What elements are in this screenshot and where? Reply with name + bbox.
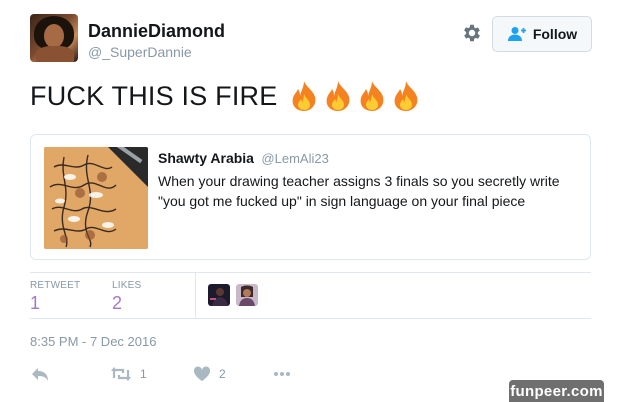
fire-emoji bbox=[395, 81, 418, 111]
likes-stat-label: LIKES bbox=[112, 280, 142, 291]
author-handle[interactable]: @_SuperDannie bbox=[88, 44, 192, 60]
gear-icon[interactable] bbox=[461, 22, 483, 44]
tweet-text: FUCK THIS IS FIRE bbox=[30, 80, 421, 112]
quoted-tweet-image[interactable] bbox=[44, 147, 148, 249]
quoted-tweet-text: When your drawing teacher assigns 3 fina… bbox=[158, 173, 560, 209]
reply-icon bbox=[32, 368, 48, 381]
quoted-author-name: Shawty Arabia bbox=[158, 150, 254, 166]
like-button[interactable]: 2 bbox=[193, 366, 226, 382]
like-count: 2 bbox=[219, 367, 226, 381]
fire-emoji-group bbox=[289, 80, 421, 112]
follow-button[interactable]: Follow bbox=[492, 16, 592, 52]
retweet-icon bbox=[111, 367, 131, 381]
fire-emoji bbox=[327, 81, 350, 111]
author-avatar[interactable] bbox=[30, 14, 78, 62]
liker-avatar[interactable] bbox=[208, 284, 230, 306]
author-display-name[interactable]: DannieDiamond bbox=[88, 21, 225, 42]
tweet-timestamp[interactable]: 8:35 PM - 7 Dec 2016 bbox=[30, 334, 156, 349]
retweet-stat-label: RETWEET bbox=[30, 280, 81, 291]
liker-avatar[interactable] bbox=[236, 284, 258, 306]
more-icon bbox=[274, 372, 290, 376]
tweet-header: DannieDiamond @_SuperDannie Follow bbox=[30, 14, 595, 66]
retweet-stat-value: 1 bbox=[30, 293, 41, 313]
retweet-button[interactable]: 1 bbox=[110, 366, 147, 382]
reply-button[interactable] bbox=[30, 366, 50, 382]
watermark: funpeer.com bbox=[509, 380, 604, 402]
fire-emoji bbox=[361, 81, 384, 111]
divider bbox=[30, 318, 591, 319]
follow-button-label: Follow bbox=[532, 26, 578, 42]
quoted-tweet-author: Shawty Arabia @LemAli23 bbox=[158, 150, 329, 168]
follow-person-icon bbox=[507, 27, 526, 41]
retweet-count: 1 bbox=[140, 367, 147, 381]
tweet-actions: 1 2 bbox=[30, 364, 330, 388]
likes-stat[interactable]: LIKES 2 bbox=[112, 280, 141, 314]
stats-divider bbox=[195, 272, 196, 318]
heart-icon bbox=[193, 366, 211, 381]
retweet-stat[interactable]: RETWEET 1 bbox=[30, 280, 80, 314]
more-button[interactable] bbox=[272, 366, 292, 382]
tweet-text-content: FUCK THIS IS FIRE bbox=[30, 80, 278, 111]
quoted-author-handle: @LemAli23 bbox=[261, 151, 329, 166]
tweet-stats: RETWEET 1 LIKES 2 bbox=[30, 272, 591, 318]
fire-emoji bbox=[293, 81, 316, 111]
likes-stat-value: 2 bbox=[112, 293, 123, 313]
quoted-tweet[interactable]: Shawty Arabia @LemAli23 When your drawin… bbox=[30, 134, 591, 260]
